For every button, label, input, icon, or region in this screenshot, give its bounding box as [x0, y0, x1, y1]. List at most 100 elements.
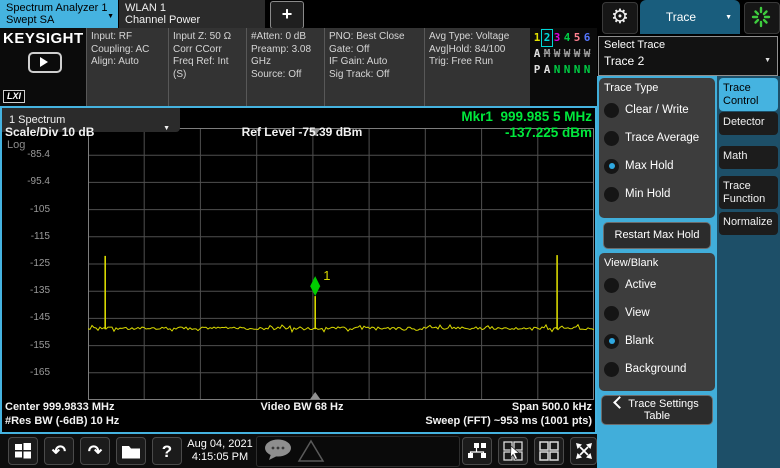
side-tab-trace-control[interactable]: Trace Control [719, 78, 778, 111]
trace-detector-letter: N [572, 62, 582, 78]
trace-number: 4 [562, 30, 572, 46]
tab-spectrum-analyzer[interactable]: Spectrum Analyzer 1 Swept SA ▼ [0, 0, 118, 28]
layout-grid-button[interactable] [534, 437, 564, 465]
setting-line: PNO: Best Close [329, 31, 420, 44]
marker-diamond [310, 276, 320, 296]
y-tick-label: -145 [2, 311, 50, 325]
spectrum-analyzer-app: Spectrum Analyzer 1 Swept SA ▼ WLAN 1 Ch… [0, 0, 780, 468]
help-icon: ? [162, 443, 172, 460]
sweep-label: Sweep (FFT) ~953 ms (1001 pts) [425, 415, 592, 427]
radio-option-blank[interactable]: Blank [604, 327, 715, 355]
radio-option-max-hold[interactable]: Max Hold [604, 152, 715, 180]
chevron-down-icon: ▼ [725, 14, 732, 21]
settings-column[interactable]: Input Z: 50 ΩCorr CCorrFreq Ref: Int (S) [168, 28, 246, 106]
trace-number: 3 [552, 30, 562, 46]
radio-option-trace-average[interactable]: Trace Average [604, 124, 715, 152]
trace-menu-tab[interactable]: Trace ▼ [640, 0, 740, 34]
radio-option-clear-write[interactable]: Clear / Write [604, 96, 715, 124]
settings-column[interactable]: PNO: Best CloseGate: OffIF Gain: AutoSig… [324, 28, 424, 106]
radio-label: View [625, 307, 650, 319]
radio-option-view[interactable]: View [604, 299, 715, 327]
log-scale-label: Log [7, 139, 25, 151]
undo-button[interactable]: ↶ [44, 437, 74, 465]
marker-readout-frequency: Mkr1 999.985 5 MHz [461, 109, 592, 124]
trace-detector-letter: A [542, 62, 552, 78]
lxi-badge: LXI [3, 90, 25, 103]
trace-number: 6 [582, 30, 592, 46]
add-screen-button[interactable]: + [270, 1, 304, 29]
settings-columns: Input: RFCoupling: ACAlign: AutoInput Z:… [86, 28, 530, 106]
gear-icon[interactable]: ⚙ [602, 2, 638, 34]
y-tick-label: -115 [2, 230, 50, 244]
side-tab-detector[interactable]: Detector [719, 112, 778, 135]
setting-line: Source: Off [251, 69, 320, 82]
side-tab-math[interactable]: Math [719, 146, 778, 169]
trace-number: 5 [572, 30, 582, 46]
marker-number-label: 1 [323, 268, 330, 283]
setting-line: Gate: Off [329, 44, 420, 57]
setting-line: Corr CCorr [173, 44, 242, 57]
datetime-display: Aug 04, 2021 4:15:05 PM [186, 438, 254, 464]
radio-option-active[interactable]: Active [604, 271, 715, 299]
setting-line: Preamp: 3.08 GHz [251, 44, 320, 69]
settings-column[interactable]: #Atten: 0 dBPreamp: 3.08 GHzSource: Off [246, 28, 324, 106]
radio-label: Background [625, 363, 686, 375]
tab-line2: Channel Power [125, 14, 251, 26]
y-tick-label: -125 [2, 257, 50, 271]
trace-side-tabs: Trace ControlDetector Math Trace Function N… [717, 76, 780, 468]
view-blank-title: View/Blank [604, 257, 715, 269]
radio-option-min-hold[interactable]: Min Hold [604, 180, 715, 208]
side-tab-normalize[interactable]: Normalize [719, 212, 778, 235]
settings-header: KEYSIGHT LXI Input: RFCoupling: ACAlign:… [0, 28, 597, 106]
center-indicator-bottom-icon [310, 392, 320, 399]
radio-icon [604, 362, 619, 377]
warning-triangle-icon [299, 441, 323, 461]
y-tick-label: -165 [2, 366, 50, 380]
radio-label: Active [625, 279, 656, 291]
side-tab-trace-function[interactable]: Trace Function [719, 176, 778, 209]
settings-column[interactable]: Avg Type: VoltageAvg|Hold: 84/100Trig: F… [424, 28, 530, 106]
window-select-button[interactable] [498, 437, 528, 465]
trace-settings-table-label: Trace Settings Table [628, 398, 699, 422]
radio-option-background[interactable]: Background [604, 355, 715, 383]
trace-type-letter: W [572, 46, 582, 62]
undo-icon: ↶ [52, 443, 66, 460]
setting-line: Avg|Hold: 84/100 [429, 44, 526, 57]
radio-icon [604, 103, 619, 118]
marker-readout-amplitude: -137.225 dBm [505, 125, 592, 140]
res-bw-label: #Res BW (-6dB) 10 Hz [5, 415, 119, 427]
setting-line: IF Gain: Auto [329, 56, 420, 69]
trace-detector-letter: P [532, 62, 542, 78]
screen-play-icon [28, 52, 62, 73]
sequence-view-button[interactable] [462, 437, 492, 465]
fullscreen-button[interactable] [570, 437, 597, 465]
center-frequency-label: Center 999.9833 MHz [5, 401, 114, 413]
trace-type-letter: W [552, 46, 562, 62]
grid-pointer-icon [503, 441, 523, 461]
trace-settings-table-button[interactable]: Trace Settings Table [601, 395, 713, 425]
restart-max-hold-button[interactable]: Restart Max Hold [603, 222, 711, 249]
file-button[interactable] [116, 437, 146, 465]
radio-label: Blank [625, 335, 654, 347]
annotation-well [256, 436, 460, 467]
radio-label: Min Hold [625, 188, 670, 200]
trace-detector-letter: N [582, 62, 592, 78]
windows-start-button[interactable] [8, 437, 38, 465]
redo-button[interactable]: ↷ [80, 437, 110, 465]
settings-column[interactable]: Input: RFCoupling: ACAlign: Auto [86, 28, 168, 106]
setting-line: Freq Ref: Int (S) [173, 56, 242, 81]
video-bw-label: Video BW 68 Hz [152, 401, 452, 413]
trace-menu-column: Trace Type Clear / Write Trace AverageMax… [597, 76, 717, 468]
measurement-display: 1 -85.4-95.4-105-115-125-135-145-155-165… [0, 106, 597, 434]
y-tick-label: -95.4 [2, 175, 50, 189]
windows-icon [14, 442, 32, 460]
message-bubble-icon [265, 440, 291, 461]
trace-legend[interactable]: 123456AMWWWWPANNNN [532, 30, 596, 88]
trace-type-title: Trace Type [604, 82, 715, 94]
radio-label: Clear / Write [625, 104, 689, 116]
trace-type-letter: A [532, 46, 542, 62]
help-button[interactable]: ? [152, 437, 182, 465]
tab-wlan[interactable]: WLAN 1 Channel Power [119, 0, 265, 28]
scale-per-div-label: Scale/Div 10 dB [5, 125, 94, 139]
select-trace-dropdown[interactable]: Select Trace Trace 2 ▼ [598, 36, 778, 76]
